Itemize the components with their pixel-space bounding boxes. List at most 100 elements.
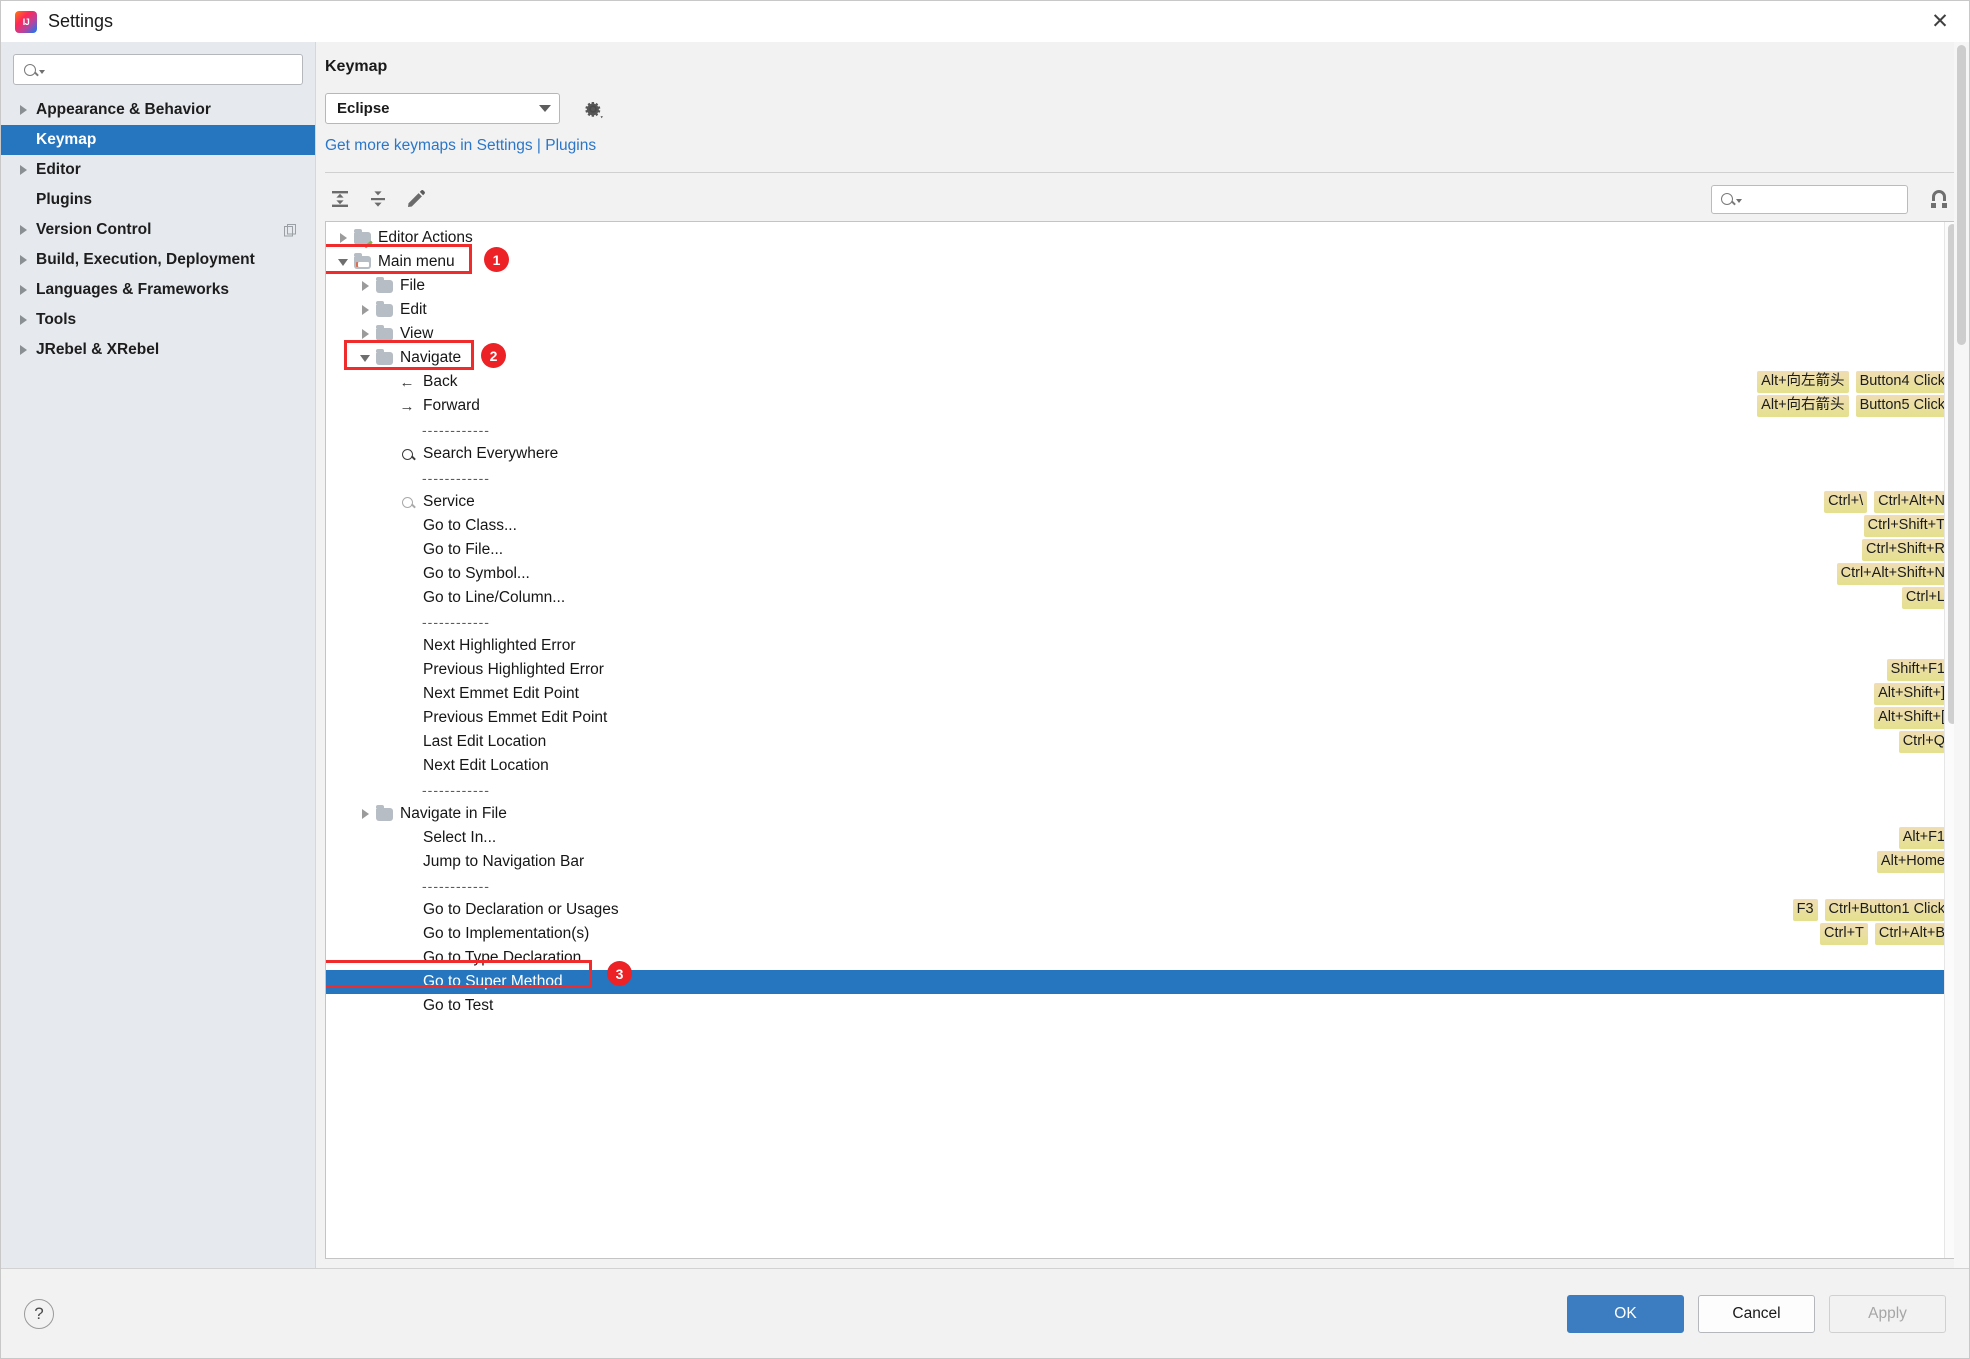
tree-separator: ------------ — [326, 610, 1959, 634]
chevron-right-icon[interactable] — [332, 233, 354, 243]
separator-label: ------------ — [422, 878, 490, 894]
tree-row[interactable]: ← Back Alt+向左箭头 Button4 Click — [326, 370, 1959, 394]
sidebar-item-editor[interactable]: Editor — [1, 155, 315, 185]
tree-row[interactable]: Edit — [326, 298, 1959, 322]
tree-row[interactable]: Go to Line/Column... Ctrl+L — [326, 586, 1959, 610]
keymap-tree[interactable]: Editor Actions Main menu File Edit View Navig… — [326, 222, 1959, 1258]
tree-row[interactable]: File — [326, 274, 1959, 298]
tree-row[interactable]: Editor Actions — [326, 226, 1959, 250]
shortcut-badge: Ctrl+Alt+B — [1874, 923, 1949, 945]
shortcut-badge: Alt+向右箭头 — [1757, 395, 1849, 417]
keymap-search-input[interactable] — [1742, 189, 1949, 209]
chevron-right-icon[interactable] — [15, 315, 31, 325]
tree-row[interactable]: Go to Super Method — [326, 970, 1959, 994]
sidebar-search-box[interactable] — [13, 54, 303, 85]
sidebar-item-jrebel-xrebel[interactable]: JRebel & XRebel — [1, 335, 315, 365]
find-by-shortcut-icon[interactable] — [1926, 186, 1952, 212]
close-icon[interactable]: ✕ — [1911, 1, 1969, 42]
gear-icon[interactable] — [582, 98, 604, 120]
tree-row[interactable]: Navigate in File — [326, 802, 1959, 826]
tree-row-label: Next Edit Location — [423, 757, 549, 774]
shortcut-badge: Button4 Click — [1855, 371, 1949, 393]
sidebar-search-wrap — [1, 48, 315, 95]
tree-row[interactable]: Navigate — [326, 346, 1959, 370]
help-button[interactable]: ? — [24, 1298, 54, 1329]
title-bar: Settings ✕ — [1, 1, 1969, 42]
settings-dialog: Settings ✕ Appearance & Behavior Keymap Ed… — [0, 0, 1970, 1359]
tree-row[interactable]: Next Emmet Edit Point Alt+Shift+] — [326, 682, 1959, 706]
chevron-down-icon[interactable] — [332, 258, 354, 266]
sidebar-item-keymap[interactable]: Keymap — [1, 125, 315, 155]
sidebar-item-version-control[interactable]: Version Control — [1, 215, 315, 245]
tree-row[interactable]: Previous Highlighted Error Shift+F1 — [326, 658, 1959, 682]
tree-row-label: Previous Emmet Edit Point — [423, 709, 608, 726]
chevron-right-icon[interactable] — [354, 281, 376, 291]
section-divider — [325, 172, 1960, 173]
chevron-right-icon[interactable] — [354, 809, 376, 819]
tree-row-label: Go to Type Declaration — [423, 949, 582, 966]
tree-row[interactable]: View — [326, 322, 1959, 346]
tree-row[interactable]: Main menu — [326, 250, 1959, 274]
chevron-right-icon[interactable] — [15, 165, 31, 175]
chevron-right-icon[interactable] — [15, 285, 31, 295]
keymap-search-box[interactable] — [1711, 184, 1949, 214]
tree-row[interactable]: Go to Type Declaration — [326, 946, 1959, 970]
tree-row-label: Go to Symbol... — [423, 565, 530, 582]
folder-icon — [376, 804, 393, 821]
tree-row[interactable]: Previous Emmet Edit Point Alt+Shift+[ — [326, 706, 1959, 730]
get-more-keymaps-link[interactable]: Get more keymaps in Settings | Plugins — [325, 137, 1969, 155]
chevron-right-icon[interactable] — [354, 329, 376, 339]
cancel-button[interactable]: Cancel — [1698, 1294, 1815, 1333]
dialog-vertical-scrollbar[interactable] — [1954, 42, 1969, 1268]
tree-row[interactable]: Go to Declaration or Usages F3 Ctrl+Button… — [326, 898, 1959, 922]
chevron-right-icon[interactable] — [354, 305, 376, 315]
tree-row[interactable]: Go to Test — [326, 994, 1959, 1018]
collapse-all-icon[interactable] — [363, 184, 393, 214]
shortcut-list: Ctrl+T Ctrl+Alt+B — [1820, 922, 1949, 946]
keymap-toolbar — [325, 177, 1960, 221]
tree-row[interactable]: → Forward Alt+向右箭头 Button5 Click — [326, 394, 1959, 418]
apply-button[interactable]: Apply — [1829, 1294, 1946, 1333]
chevron-down-icon[interactable] — [354, 354, 376, 362]
tree-row[interactable]: Search Everywhere — [326, 442, 1959, 466]
tree-row-label: Go to Test — [423, 997, 494, 1014]
shortcut-badge: Ctrl+Alt+N — [1874, 491, 1949, 513]
sidebar-item-label: Keymap — [36, 131, 97, 148]
sidebar-item-appearance-behavior[interactable]: Appearance & Behavior — [1, 95, 315, 125]
chevron-right-icon[interactable] — [15, 105, 31, 115]
tree-row-label: Navigate — [400, 349, 462, 366]
tree-row[interactable]: Last Edit Location Ctrl+Q — [326, 730, 1959, 754]
sidebar-item-tools[interactable]: Tools — [1, 305, 315, 335]
tree-row[interactable]: Select In... Alt+F1 — [326, 826, 1959, 850]
search-input[interactable] — [45, 60, 302, 79]
tree-row-label: Last Edit Location — [423, 733, 547, 750]
annotation-badge-2: 2 — [481, 343, 506, 368]
tree-row[interactable]: Jump to Navigation Bar Alt+Home — [326, 850, 1959, 874]
settings-sidebar: Appearance & Behavior Keymap Editor Plugins… — [1, 42, 316, 1268]
chevron-right-icon[interactable] — [15, 345, 31, 355]
shortcut-badge: Alt+Shift+[ — [1874, 707, 1949, 729]
sidebar-item-build-execution-deployment[interactable]: Build, Execution, Deployment — [1, 245, 315, 275]
tree-row[interactable]: Go to File... Ctrl+Shift+R — [326, 538, 1959, 562]
shortcut-list: Alt+Shift+] — [1874, 682, 1949, 706]
tree-row[interactable]: Service Ctrl+\ Ctrl+Alt+N — [326, 490, 1959, 514]
chevron-right-icon[interactable] — [15, 255, 31, 265]
shortcut-list: Ctrl+Shift+R — [1862, 538, 1949, 562]
sidebar-item-languages-frameworks[interactable]: Languages & Frameworks — [1, 275, 315, 305]
dialog-scroll-thumb[interactable] — [1957, 45, 1966, 345]
pencil-edit-icon[interactable] — [401, 184, 431, 214]
tree-row[interactable]: Next Edit Location — [326, 754, 1959, 778]
expand-all-icon[interactable] — [325, 184, 355, 214]
sidebar-item-label: Editor — [36, 161, 81, 178]
tree-row-label: Search Everywhere — [423, 445, 559, 462]
tree-row[interactable]: Go to Class... Ctrl+Shift+T — [326, 514, 1959, 538]
folder-icon — [376, 324, 393, 341]
keymap-select[interactable]: Eclipse — [325, 93, 560, 124]
footer-buttons: OK Cancel Apply — [1567, 1294, 1946, 1333]
tree-row[interactable]: Next Highlighted Error — [326, 634, 1959, 658]
sidebar-item-plugins[interactable]: Plugins — [1, 185, 315, 215]
tree-row[interactable]: Go to Symbol... Ctrl+Alt+Shift+N — [326, 562, 1959, 586]
ok-button[interactable]: OK — [1567, 1294, 1684, 1333]
chevron-right-icon[interactable] — [15, 225, 31, 235]
tree-row[interactable]: Go to Implementation(s) Ctrl+T Ctrl+Alt+B — [326, 922, 1959, 946]
